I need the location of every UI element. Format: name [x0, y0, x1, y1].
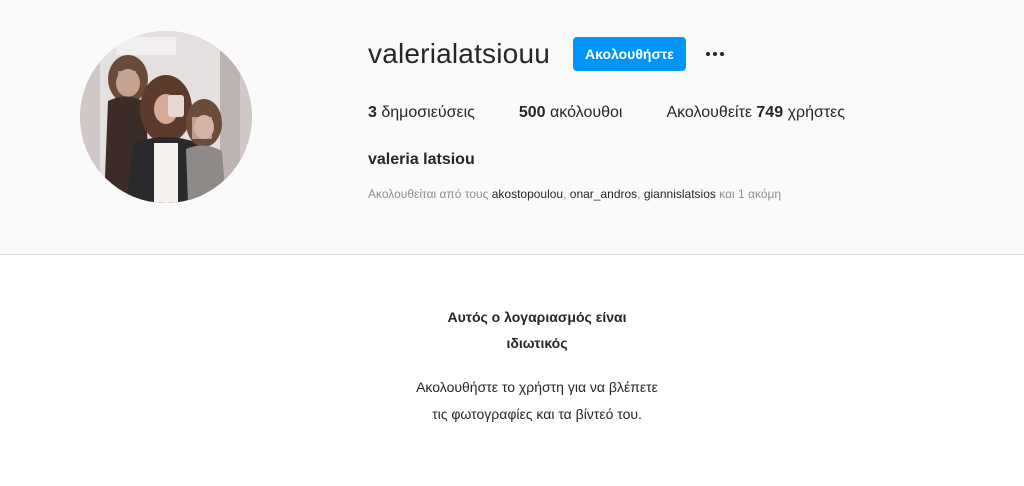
following-prefix: Ακολουθείτε	[666, 104, 752, 121]
profile-header: valerialatsiouu Ακολουθήστε 3 δημοσιεύσε…	[0, 0, 1024, 255]
avatar-photo	[80, 31, 252, 203]
followers-label: ακόλουθοι	[550, 104, 623, 121]
posts-count: 3	[368, 104, 377, 121]
followed-by-account[interactable]: akostopoulou	[492, 187, 563, 201]
followed-by-line[interactable]: Ακολουθείται από τους akostopoulou, onar…	[368, 185, 781, 203]
following-stat[interactable]: Ακολουθείτε 749 χρήστες	[666, 102, 845, 124]
private-account-notice: Αυτός ο λογαριασμός είναι ιδιωτικός Ακολ…	[392, 304, 682, 428]
username-row: valerialatsiouu Ακολουθήστε	[368, 34, 728, 74]
profile-full-name: valeria latsiou	[368, 151, 475, 168]
profile-avatar[interactable]	[80, 31, 252, 203]
followed-by-account[interactable]: onar_andros	[570, 187, 637, 201]
followed-by-suffix: και 1 ακόμη	[719, 187, 782, 201]
following-suffix: χρήστες	[787, 104, 845, 121]
followed-by-prefix: Ακολουθείται από τους	[368, 187, 489, 201]
more-options-icon[interactable]	[702, 41, 728, 67]
followers-count: 500	[518, 104, 546, 121]
posts-stat: 3 δημοσιεύσεις	[368, 102, 475, 124]
followers-stat[interactable]: 500 ακόλουθοι	[519, 102, 623, 124]
profile-stats: 3 δημοσιεύσεις 500 ακόλουθοι Ακολουθείτε…	[368, 102, 889, 124]
follow-button[interactable]: Ακολουθήστε	[573, 37, 686, 71]
private-notice-text: Ακολουθήστε το χρήστη για να βλέπετε τις…	[416, 379, 658, 422]
followed-by-account[interactable]: giannislatsios	[644, 187, 716, 201]
private-notice-title: Αυτός ο λογαριασμός είναι ιδιωτικός	[447, 309, 627, 351]
profile-username: valerialatsiouu	[368, 38, 550, 69]
following-count: 749	[756, 104, 784, 121]
posts-label: δημοσιεύσεις	[381, 104, 475, 121]
